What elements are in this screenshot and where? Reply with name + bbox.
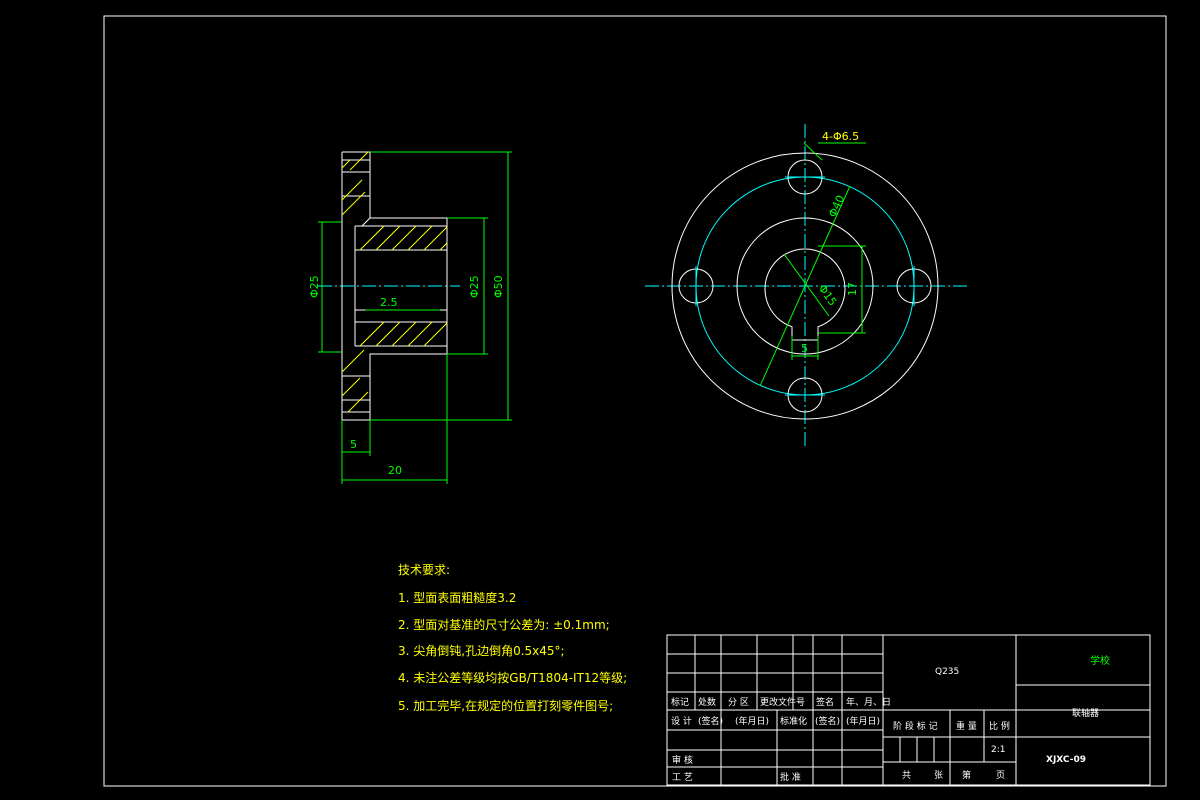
tb-design: (签名) bbox=[698, 715, 723, 727]
tb-sheet: 张 bbox=[934, 770, 943, 781]
tech-item: 3. 尖角倒钝,孔边倒角0.5x45°; bbox=[398, 644, 565, 658]
tech-item: 4. 未注公差等级均按GB/T1804-IT12等级; bbox=[398, 670, 627, 685]
title-block: Q235 学校 联轴器 XJXC-09 2:1 标记 处数 分 区 更改文件号 … bbox=[666, 634, 1151, 786]
tb-rev-header: 年、月、日 bbox=[846, 696, 891, 708]
tb-stage: 比 例 bbox=[989, 720, 1010, 732]
dim-bore-left: Φ25 bbox=[308, 275, 321, 298]
dim-flange-thickness: 5 bbox=[350, 438, 357, 451]
tb-process: 工 艺 bbox=[672, 772, 693, 783]
dim-hub: Φ25 bbox=[468, 275, 481, 298]
tb-rev-header: 更改文件号 bbox=[760, 696, 805, 708]
tech-requirements: 技术要求: 1. 型面表面粗糙度3.2 2. 型面对基准的尺寸公差为: ±0.1… bbox=[398, 563, 627, 713]
tb-stage: 阶 段 标 记 bbox=[893, 720, 938, 732]
tb-material: Q235 bbox=[935, 667, 959, 677]
tb-design: (年月日) bbox=[735, 715, 769, 727]
front-view: 4-Φ6.5 Φ40 Φ15 17 5 bbox=[645, 124, 968, 448]
drawing-canvas: Φ25 2.5 Φ25 Φ50 5 20 4-Φ6.5 Φ40 Φ15 17 5… bbox=[103, 15, 1167, 787]
tb-approve: 批 准 bbox=[780, 771, 801, 783]
dim-flange: Φ50 bbox=[492, 275, 505, 298]
dim-key-depth: 17 bbox=[846, 282, 859, 296]
tb-rev-header: 处数 bbox=[698, 696, 716, 708]
drawing-border bbox=[103, 15, 1167, 787]
tb-drawing-no: XJXC-09 bbox=[1046, 755, 1086, 765]
tb-design: 标准化 bbox=[780, 715, 807, 727]
tb-review: 审 核 bbox=[672, 754, 693, 766]
tb-rev-header: 分 区 bbox=[728, 697, 749, 708]
tech-item: 1. 型面表面粗糙度3.2 bbox=[398, 590, 516, 605]
side-view: Φ25 2.5 Φ25 Φ50 5 20 bbox=[308, 151, 512, 484]
dim-holes: 4-Φ6.5 bbox=[822, 130, 859, 143]
dim-bore: Φ15 bbox=[816, 282, 840, 308]
tb-design: (签名) bbox=[815, 715, 840, 727]
dim-pcd: Φ40 bbox=[826, 193, 847, 219]
tb-sheet: 页 bbox=[996, 770, 1005, 781]
tb-school: 学校 bbox=[1090, 654, 1110, 667]
tb-stage: 重 量 bbox=[956, 720, 977, 732]
tb-design: (年月日) bbox=[846, 715, 880, 727]
dim-key-width: 5 bbox=[801, 342, 808, 355]
tb-part-name: 联轴器 bbox=[1072, 707, 1099, 719]
dim-total-length: 20 bbox=[388, 464, 402, 477]
tb-design: 设 计 bbox=[671, 715, 692, 727]
tech-title: 技术要求: bbox=[398, 563, 450, 577]
tb-rev-header: 签名 bbox=[816, 696, 834, 708]
tb-scale: 2:1 bbox=[991, 745, 1005, 755]
tech-item: 2. 型面对基准的尺寸公差为: ±0.1mm; bbox=[398, 617, 610, 632]
tb-sheet: 共 bbox=[902, 770, 911, 781]
tb-rev-header: 标记 bbox=[671, 696, 689, 708]
tb-sheet: 第 bbox=[962, 769, 971, 781]
dim-chamfer: 2.5 bbox=[380, 296, 398, 309]
tech-item: 5. 加工完毕,在规定的位置打刻零件图号; bbox=[398, 698, 613, 713]
